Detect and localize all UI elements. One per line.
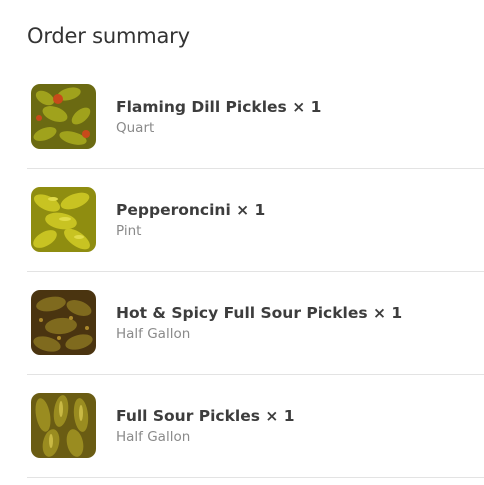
order-item: Full Sour Pickles × 1 Half Gallon — [27, 375, 484, 478]
spicy-pickles-photo-icon — [31, 290, 96, 355]
item-details: Flaming Dill Pickles × 1 Quart — [116, 97, 484, 137]
item-quantity: × 1 — [236, 201, 266, 219]
product-thumbnail — [31, 187, 96, 252]
item-quantity: × 1 — [373, 304, 403, 322]
item-title: Hot & Spicy Full Sour Pickles × 1 — [116, 303, 484, 323]
item-name: Pepperoncini — [116, 201, 231, 219]
item-variant: Half Gallon — [116, 326, 191, 342]
order-item: Flaming Dill Pickles × 1 Quart — [27, 66, 484, 169]
item-details: Full Sour Pickles × 1 Half Gallon — [116, 406, 484, 446]
item-details: Pepperoncini × 1 Pint — [116, 200, 484, 240]
product-thumbnail — [31, 290, 96, 355]
item-variant: Quart — [116, 120, 155, 136]
order-item: Pepperoncini × 1 Pint — [27, 169, 484, 272]
item-name: Hot & Spicy Full Sour Pickles — [116, 304, 368, 322]
item-quantity: × 1 — [265, 407, 295, 425]
order-item: Hot & Spicy Full Sour Pickles × 1 Half G… — [27, 272, 484, 375]
pickle-jar-photo-icon — [31, 84, 96, 149]
order-items-list: Flaming Dill Pickles × 1 Quart Pepperonc… — [27, 66, 484, 478]
item-details: Hot & Spicy Full Sour Pickles × 1 Half G… — [116, 303, 484, 343]
item-title: Pepperoncini × 1 — [116, 200, 484, 220]
item-name: Full Sour Pickles — [116, 407, 260, 425]
item-variant: Pint — [116, 223, 142, 239]
product-thumbnail — [31, 393, 96, 458]
item-title: Full Sour Pickles × 1 — [116, 406, 484, 426]
order-summary-title: Order summary — [27, 24, 190, 48]
pepperoncini-photo-icon — [31, 187, 96, 252]
item-variant: Half Gallon — [116, 429, 191, 445]
sour-pickles-photo-icon — [31, 393, 96, 458]
item-quantity: × 1 — [292, 98, 322, 116]
item-title: Flaming Dill Pickles × 1 — [116, 97, 484, 117]
item-name: Flaming Dill Pickles — [116, 98, 287, 116]
order-summary: Order summary Flaming Dill Pickles × 1 Q… — [0, 0, 484, 485]
product-thumbnail — [31, 84, 96, 149]
